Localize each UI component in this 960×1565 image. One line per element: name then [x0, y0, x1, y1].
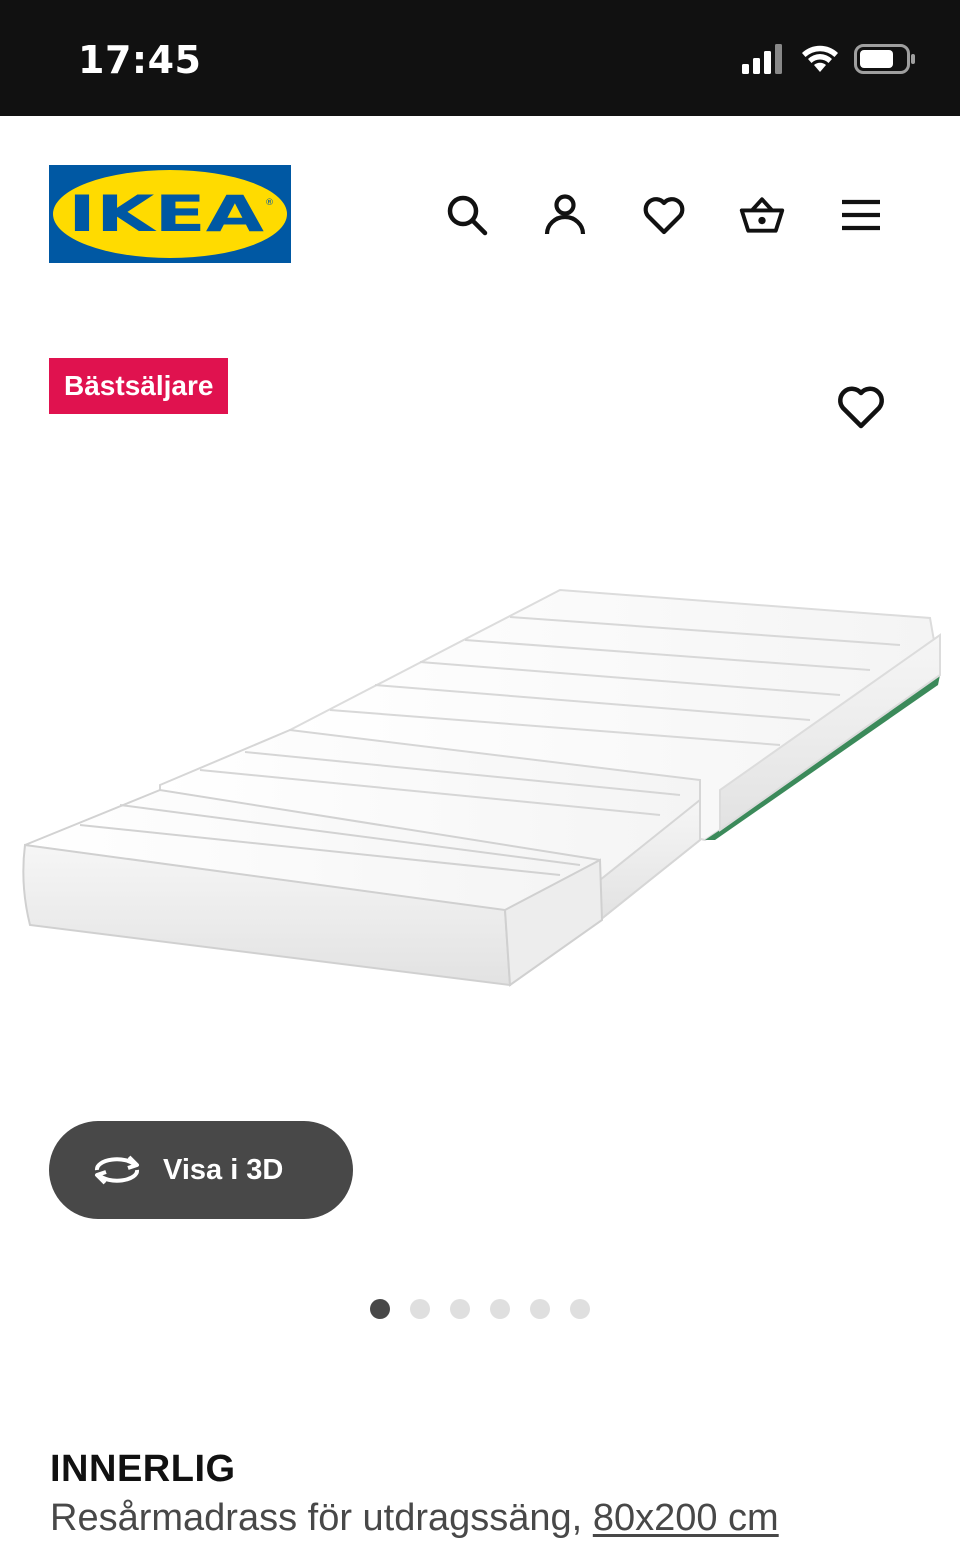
- account-button[interactable]: [542, 192, 588, 238]
- gallery-dot-3[interactable]: [450, 1299, 470, 1319]
- bestseller-badge: Bästsäljare: [49, 358, 229, 414]
- status-bar: 17:45: [0, 0, 960, 116]
- favourites-button[interactable]: [641, 192, 687, 238]
- search-button[interactable]: [444, 192, 490, 238]
- battery-icon: [854, 44, 915, 74]
- svg-text:®: ®: [265, 198, 274, 208]
- rotate-3d-icon: [94, 1155, 140, 1185]
- gallery-pagination: [0, 1299, 960, 1319]
- wifi-icon: [802, 45, 838, 72]
- menu-button[interactable]: [838, 192, 884, 238]
- heart-icon: [643, 197, 685, 235]
- product-image-mattress[interactable]: [0, 540, 960, 1140]
- gallery-dot-2[interactable]: [410, 1299, 430, 1319]
- search-icon: [447, 195, 488, 236]
- gallery-dot-4[interactable]: [490, 1299, 510, 1319]
- signal-icon: [742, 44, 782, 74]
- gallery-dot-5[interactable]: [530, 1299, 550, 1319]
- account-icon: [544, 194, 586, 235]
- ikea-logo[interactable]: IKEA ®: [49, 165, 291, 263]
- status-icons: [742, 44, 916, 74]
- svg-text:IKEA: IKEA: [68, 185, 264, 243]
- product-name: INNERLIG: [50, 1448, 236, 1490]
- view-in-3d-button[interactable]: Visa i 3D: [49, 1121, 353, 1219]
- product-description: Resårmadrass för utdragssäng, 80x200 cm: [50, 1497, 779, 1540]
- status-time: 17:45: [78, 38, 202, 82]
- basket-button[interactable]: [739, 192, 785, 238]
- gallery-dot-1[interactable]: [370, 1299, 390, 1319]
- add-to-favourites-heart-icon[interactable]: [836, 382, 886, 432]
- basket-icon: [739, 197, 785, 233]
- product-size-link[interactable]: 80x200 cm: [593, 1497, 779, 1539]
- menu-icon: [842, 199, 880, 231]
- product-type: Resårmadrass för utdragssäng,: [50, 1497, 583, 1539]
- view-in-3d-label: Visa i 3D: [163, 1153, 284, 1186]
- gallery-dot-6[interactable]: [570, 1299, 590, 1319]
- site-header: IKEA ®: [0, 116, 960, 296]
